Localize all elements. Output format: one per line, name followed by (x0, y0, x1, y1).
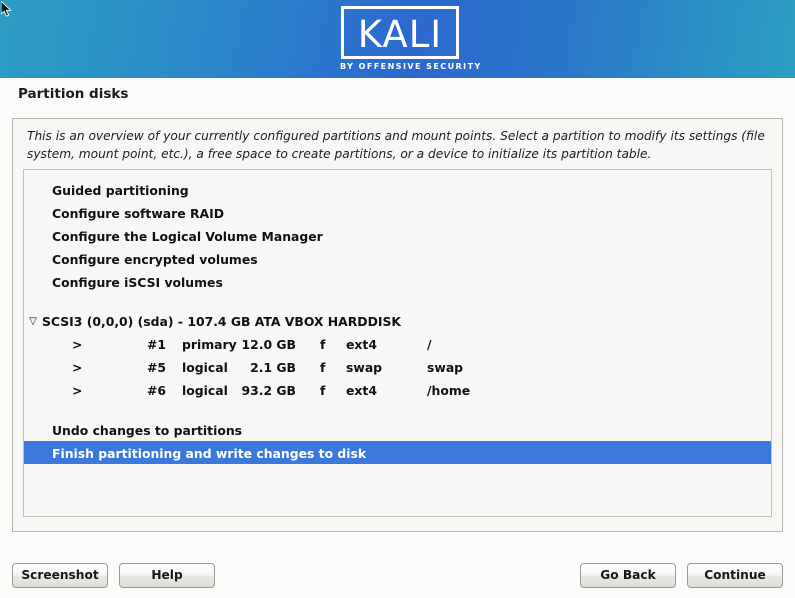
kali-logo-frame: KALI (341, 6, 459, 59)
list-item-configure-encrypted-volumes[interactable]: Configure encrypted volumes (24, 247, 771, 270)
screenshot-button[interactable]: Screenshot (12, 563, 108, 588)
partition-size: 12.0 GB (241, 337, 297, 352)
partition-type: logical (182, 383, 228, 398)
partition-filesystem: ext4 (346, 337, 377, 352)
list-item-configure-software-raid[interactable]: Configure software RAID (24, 201, 771, 224)
partition-number: #6 (147, 383, 167, 398)
partition-size: 93.2 GB (241, 383, 297, 398)
list-item-label: Configure software RAID (52, 206, 224, 221)
disk-row-sda[interactable]: ▽ SCSI3 (0,0,0) (sda) - 107.4 GB ATA VBOX… (24, 309, 771, 333)
partition-number: #1 (147, 337, 167, 352)
go-back-button[interactable]: Go Back (580, 563, 676, 588)
list-item-configure-lvm[interactable]: Configure the Logical Volume Manager (24, 224, 771, 247)
mouse-cursor (1, 1, 12, 17)
list-item-finish-partitioning[interactable]: Finish partitioning and write changes to… (24, 441, 771, 464)
disk-label: SCSI3 (0,0,0) (sda) - 107.4 GB ATA VBOX … (42, 314, 401, 329)
list-item-undo-changes[interactable]: Undo changes to partitions (24, 418, 771, 441)
table-row[interactable]: > #6 logical 93.2 GB f ext4 /home (24, 379, 771, 402)
list-item-label: Undo changes to partitions (52, 423, 243, 438)
table-row[interactable]: > #1 primary 12.0 GB f ext4 / (24, 333, 771, 356)
kali-logo-wordmark: KALI (357, 13, 443, 56)
partition-list-panel[interactable]: Guided partitioning Configure software R… (23, 169, 772, 517)
list-item-label: Guided partitioning (52, 183, 189, 198)
list-item-guided-partitioning[interactable]: Guided partitioning (24, 178, 771, 201)
list-item-label: Configure iSCSI volumes (52, 275, 223, 290)
partition-filesystem: ext4 (346, 383, 377, 398)
kali-logo: KALI BY OFFENSIVE SECURITY (340, 6, 482, 71)
partition-filesystem: swap (346, 360, 383, 375)
partition-type: logical (182, 360, 228, 375)
partition-arrow-icon: > (72, 337, 83, 352)
kali-logo-subtitle: BY OFFENSIVE SECURITY (340, 62, 482, 71)
kali-header-banner: KALI BY OFFENSIVE SECURITY (0, 0, 795, 78)
table-row[interactable]: > #5 logical 2.1 GB f swap swap (24, 356, 771, 379)
list-section-spacer (24, 402, 771, 418)
partition-size: 2.1 GB (250, 360, 296, 375)
partition-number: #5 (147, 360, 167, 375)
list-item-label: Finish partitioning and write changes to… (52, 446, 367, 461)
help-button[interactable]: Help (119, 563, 215, 588)
intro-description: This is an overview of your currently co… (27, 129, 765, 161)
list-item-label: Configure encrypted volumes (52, 252, 258, 267)
partition-mountpoint: swap (427, 360, 464, 375)
list-section-spacer (24, 293, 771, 309)
list-top-spacer (24, 170, 771, 178)
partition-arrow-icon: > (72, 360, 83, 375)
list-item-label: Configure the Logical Volume Manager (52, 229, 323, 244)
partition-mountpoint: / (427, 337, 432, 352)
page-title: Partition disks (18, 86, 129, 102)
partition-mountpoint: /home (427, 383, 471, 398)
list-item-configure-iscsi-volumes[interactable]: Configure iSCSI volumes (24, 270, 771, 293)
partition-flag: f (320, 337, 326, 352)
expander-triangle-icon[interactable]: ▽ (24, 310, 42, 334)
partition-arrow-icon: > (72, 383, 83, 398)
continue-button[interactable]: Continue (687, 563, 783, 588)
partition-flag: f (320, 360, 326, 375)
partition-content-frame: This is an overview of your currently co… (12, 118, 783, 532)
partition-flag: f (320, 383, 326, 398)
